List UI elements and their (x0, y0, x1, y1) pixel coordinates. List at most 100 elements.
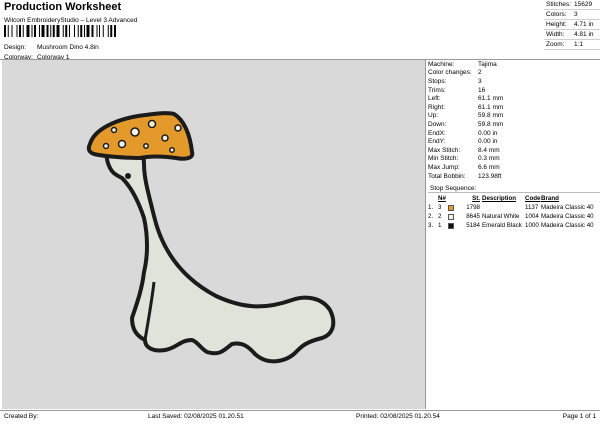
col-desc: Description (482, 195, 517, 202)
stat-row-height: Height: 4.71 in (544, 20, 600, 30)
stat-label: Colors: (546, 11, 567, 18)
color-swatch (448, 204, 454, 211)
row-needle: 1 (438, 222, 442, 229)
stat-row-stitches: Stitches: 15629 (544, 0, 600, 10)
last-saved: Last Saved: 02/08/2025 01.20.51 (148, 413, 244, 420)
detail-label: Total Bobbin: (428, 172, 466, 180)
detail-value: 123.98ft (478, 172, 502, 180)
detail-row: Min Stitch: 0.3 mm (428, 155, 598, 164)
detail-row: Right: 61.1 mm (428, 103, 598, 112)
detail-row: Max Stitch: 8.4 mm (428, 146, 598, 155)
detail-row: Left: 61.1 mm (428, 94, 598, 103)
stat-value: 4.71 in (574, 21, 594, 28)
stat-label: Stitches: (546, 1, 571, 8)
stat-label: Zoom: (546, 41, 565, 48)
row-swatch (448, 222, 458, 229)
row-brand: Madeira Classic 40 (541, 222, 594, 229)
barcode-bar (86, 25, 90, 37)
row-needle: 3 (438, 204, 442, 211)
stop-sequence-title: Stop Sequence: (430, 185, 477, 192)
page-number: Page 1 of 1 (562, 413, 596, 420)
detail-value: 16 (478, 86, 486, 94)
meta-label: Design: (4, 43, 27, 51)
barcode-bar (65, 25, 68, 37)
detail-label: Machine: (428, 60, 455, 68)
row-needle: 2 (438, 213, 442, 220)
machine-details: Machine: Tajima Color changes: 2 Stops: 3 T… (428, 60, 598, 180)
barcode-bar (46, 25, 49, 37)
barcode-bar (56, 25, 60, 37)
detail-row: Stops: 3 (428, 77, 598, 86)
row-index: 3. (428, 222, 434, 229)
detail-row: Color changes: 2 (428, 69, 598, 78)
barcode-bar (50, 25, 52, 37)
detail-label: Color changes: (428, 69, 472, 77)
detail-value: 6.6 mm (478, 163, 500, 171)
detail-label: EndY: (428, 138, 446, 146)
detail-value: 0.00 in (478, 129, 498, 137)
footer: Created By: Last Saved: 02/08/2025 01.20… (0, 413, 600, 423)
detail-row: Down: 59.8 mm (428, 120, 598, 129)
detail-row: EndY: 0.00 in (428, 137, 598, 146)
col-brand: Brand (541, 195, 559, 202)
stop-sequence-table: N# St. Description Code Brand 1. 3 1798 113… (428, 194, 600, 230)
detail-value: 8.4 mm (478, 146, 500, 154)
barcode-bar (62, 25, 64, 37)
stats-panel: Stitches: 15629 Colors: 3 Height: 4.71 in W… (544, 0, 600, 50)
row-stitches: 8645 (466, 213, 480, 220)
barcode-bar (74, 25, 75, 37)
detail-label: EndX: (428, 129, 446, 137)
detail-value: 0.3 mm (478, 155, 500, 163)
barcode-bar (102, 25, 104, 37)
color-swatch (448, 222, 454, 229)
footer-divider (0, 410, 600, 411)
row-code: 1000 (525, 222, 539, 229)
row-code: 1137 (525, 204, 539, 211)
col-code: Code (525, 195, 541, 202)
detail-value: 61.1 mm (478, 103, 504, 111)
table-header: N# St. Description Code Brand (428, 194, 600, 203)
design-preview (2, 60, 426, 409)
dino-body (104, 137, 336, 364)
row-stitches: 5184 (466, 222, 480, 229)
row-swatch (448, 204, 458, 211)
barcode-bar (69, 25, 70, 37)
barcode (4, 25, 116, 37)
worksheet-title: Production Worksheet (4, 1, 122, 13)
stat-value: 15629 (574, 1, 593, 8)
col-n: N# (438, 195, 446, 202)
detail-label: Min Stitch: (428, 155, 459, 163)
barcode-bar (41, 25, 45, 37)
detail-label: Trims: (428, 86, 446, 94)
row-stitches: 1798 (466, 204, 480, 211)
detail-row: Up: 59.8 mm (428, 112, 598, 121)
detail-row: Max Jump: 6.6 mm (428, 163, 598, 172)
detail-row: Trims: 16 (428, 86, 598, 95)
detail-label: Stops: (428, 77, 447, 85)
created-by: Created By: (4, 413, 39, 420)
barcode-bar (4, 25, 6, 37)
stat-value: 4.81 in (574, 31, 594, 38)
detail-value: 59.8 mm (478, 112, 504, 120)
row-brand: Madeira Classic 40 (541, 204, 594, 211)
barcode-bar (34, 25, 36, 37)
barcode-bar (22, 25, 24, 37)
mushroom-cap (86, 111, 195, 161)
detail-label: Up: (428, 112, 439, 120)
detail-value: 59.8 mm (478, 120, 504, 128)
barcode-bar (96, 25, 98, 37)
barcode-bar (77, 25, 79, 37)
barcode-bar (19, 25, 21, 37)
stat-label: Width: (546, 31, 565, 38)
detail-value: 2 (478, 69, 482, 77)
stat-value: 3 (574, 11, 578, 18)
detail-label: Left: (428, 95, 441, 103)
row-code: 1004 (525, 213, 539, 220)
meta-design-row: Design: Mushroom Dino 4.8in (4, 42, 99, 52)
barcode-bar (26, 25, 30, 37)
detail-label: Right: (428, 103, 445, 111)
row-index: 2. (428, 213, 434, 220)
embroidery-design (86, 111, 336, 364)
detail-value: 61.1 mm (478, 95, 504, 103)
color-swatch (448, 213, 454, 220)
